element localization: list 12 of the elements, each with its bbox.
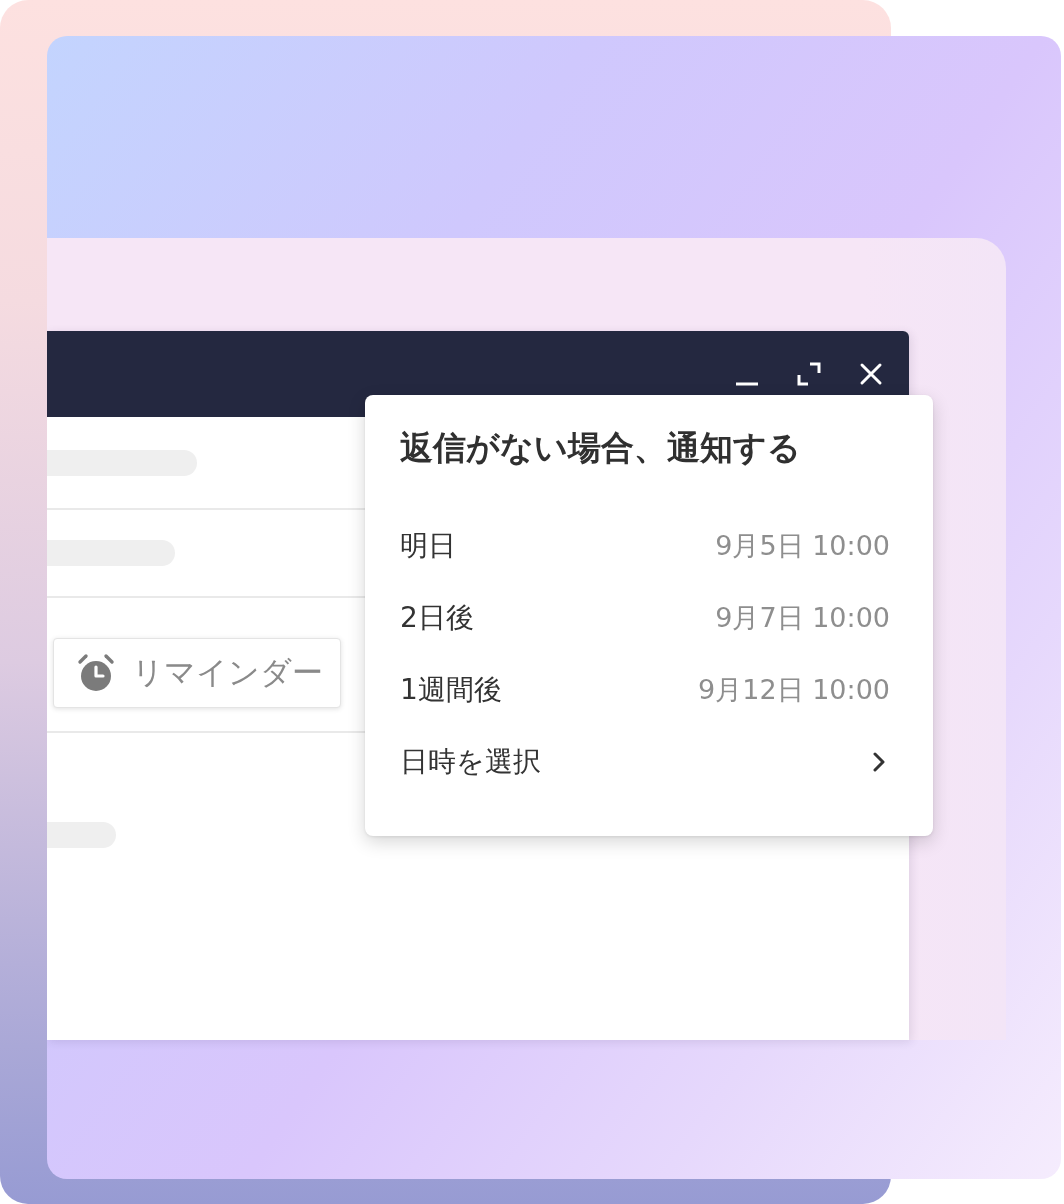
reminder-time: 9月5日 10:00 (715, 529, 890, 563)
expand-icon[interactable] (797, 362, 821, 386)
menu-option[interactable]: 2日後 (400, 599, 474, 637)
reminder-time: 9月12日 10:00 (698, 673, 890, 707)
menu-option[interactable]: 1週間後 (400, 671, 502, 709)
menu-option[interactable]: 日時を選択 (400, 743, 541, 781)
alarm-clock-icon (76, 652, 116, 693)
reminder-time: 9月7日 10:00 (715, 601, 890, 635)
close-icon[interactable] (859, 362, 883, 386)
popup-title: 返信がない場合、通知する (400, 427, 802, 469)
menu-option[interactable]: 明日 (400, 527, 456, 565)
chevron-right-icon[interactable] (872, 752, 886, 772)
